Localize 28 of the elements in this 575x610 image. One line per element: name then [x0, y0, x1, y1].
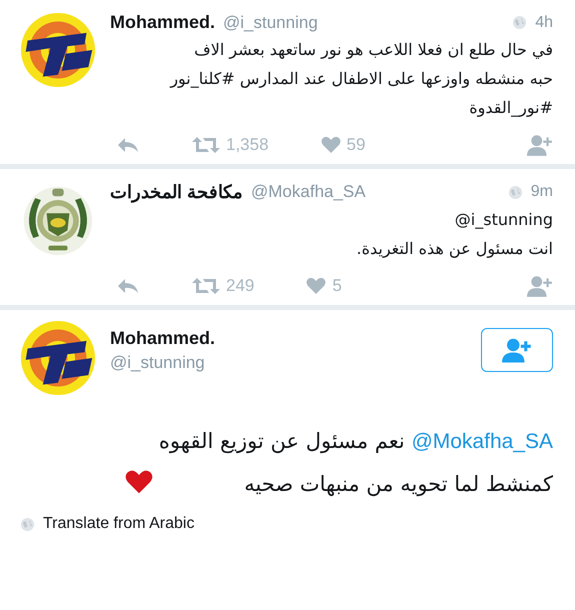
user-handle: @i_stunning [223, 12, 318, 32]
follow-icon[interactable] [527, 275, 553, 297]
globe-icon [508, 184, 523, 200]
reply-icon[interactable] [116, 136, 140, 154]
display-name: مكافحة المخدرات [110, 181, 244, 203]
follow-icon[interactable] [527, 134, 553, 156]
heart-icon[interactable] [320, 136, 341, 154]
retweet-icon[interactable] [192, 277, 220, 295]
tweet-text: في حال طلع ان فعلا اللاعب هو نور ساتعهد بعشر الاف حبه منشطه واوزعها على الاطفال عند المدارس #كلنا_نور #نور_القدوة [168, 39, 553, 119]
heart-icon[interactable] [306, 277, 326, 295]
display-name: Mohammed. [110, 12, 216, 33]
translate-link[interactable]: Translate from Arabic [43, 515, 194, 533]
reply-icon[interactable] [116, 277, 140, 295]
user-handle: @Mokafha_SA [251, 182, 366, 202]
like-count: 5 [332, 276, 342, 296]
timestamp: 9m [530, 183, 553, 201]
user-handle: @i_stunning [110, 353, 206, 373]
globe-icon [20, 516, 35, 532]
display-name: Mohammed. [110, 328, 216, 349]
like-count: 59 [346, 135, 366, 155]
tweet-text: @i_stunning انت مسئول عن هذه التغريدة. [356, 209, 553, 260]
follow-icon [502, 337, 532, 363]
retweet-icon[interactable] [192, 136, 220, 154]
timestamp: 4h [535, 14, 553, 32]
retweet-count: 1,358 [226, 135, 269, 155]
follow-button[interactable] [481, 328, 553, 372]
globe-icon [512, 15, 528, 30]
retweet-count: 249 [226, 276, 254, 296]
